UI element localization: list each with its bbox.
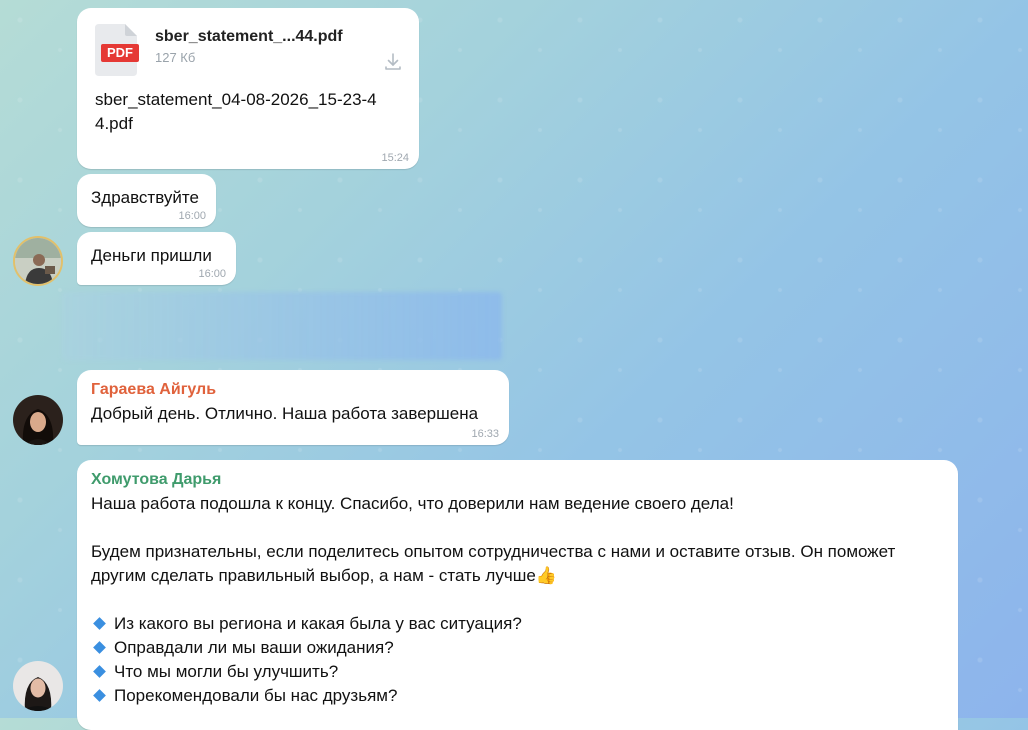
message-line-2: Будем признательны, если поделитесь опыт… (91, 540, 944, 588)
avatar-garaeva[interactable] (13, 395, 63, 445)
file-size: 127 Кб (155, 50, 196, 65)
question-text: Порекомендовали бы нас друзьям? (114, 686, 398, 705)
file-caption: sber_statement_04-08-2026_15-23-44.pdf (95, 90, 377, 133)
message-time: 15:24 (381, 152, 409, 164)
avatar-khomutova[interactable] (13, 661, 63, 711)
message-greeting[interactable]: Здравствуйте 16:00 (77, 174, 216, 227)
download-icon[interactable] (383, 52, 403, 72)
question-text: Что мы могли бы улучшить? (114, 662, 339, 681)
blurred-content (62, 292, 502, 360)
sender-name[interactable]: Хомутова Дарья (91, 470, 944, 490)
pdf-file-icon[interactable]: PDF (95, 24, 141, 76)
message-garaeva[interactable]: Гараева Айгуль Добрый день. Отлично. Наш… (77, 370, 509, 445)
message-line-2-text: Будем признательны, если поделитесь опыт… (91, 542, 896, 585)
message-money[interactable]: Деньги пришли 16:00 (77, 232, 236, 285)
question-item: Что мы могли бы улучшить? (91, 660, 944, 684)
avatar-client[interactable] (13, 236, 63, 286)
blue-diamond-icon (93, 617, 106, 630)
sender-name[interactable]: Гараева Айгуль (91, 380, 495, 400)
message-line-1: Наша работа подошла к концу. Спасибо, чт… (91, 494, 734, 513)
message-time: 16:00 (178, 210, 206, 222)
file-message[interactable]: PDF sber_statement_...44.pdf 127 Кб sber… (77, 8, 419, 169)
question-text: Оправдали ли мы ваши ожидания? (114, 638, 394, 657)
question-item: Порекомендовали бы нас друзьям? (91, 684, 944, 708)
blue-diamond-icon (93, 665, 106, 678)
question-item: Оправдали ли мы ваши ожидания? (91, 636, 944, 660)
question-text: Из какого вы региона и какая была у вас … (114, 614, 522, 633)
pdf-label: PDF (107, 45, 133, 60)
message-khomutova[interactable]: Хомутова Дарья Наша работа подошла к кон… (77, 460, 958, 730)
message-time: 16:33 (471, 428, 499, 440)
message-text: Здравствуйте (91, 188, 199, 207)
message-text: Добрый день. Отлично. Наша работа заверш… (91, 404, 479, 423)
blue-diamond-icon (93, 689, 106, 702)
question-item: Из какого вы региона и какая была у вас … (91, 612, 944, 636)
message-text: Деньги пришли (91, 246, 212, 265)
blue-diamond-icon (93, 641, 106, 654)
thumbs-up-icon: 👍 (535, 566, 557, 585)
message-time: 16:00 (198, 268, 226, 280)
file-name[interactable]: sber_statement_...44.pdf (155, 26, 343, 48)
